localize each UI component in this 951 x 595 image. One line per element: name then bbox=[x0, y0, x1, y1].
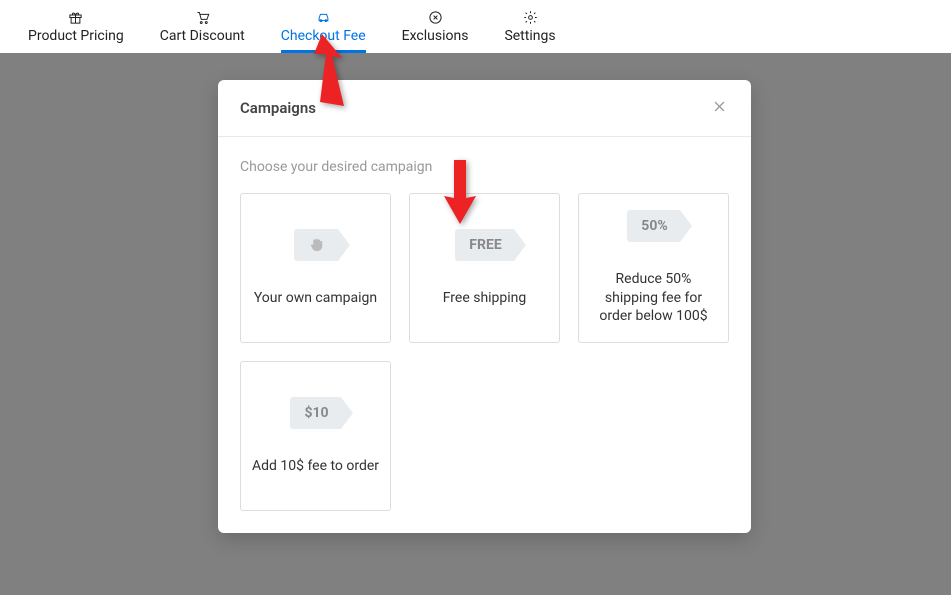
modal-subtitle: Choose your desired campaign bbox=[240, 159, 729, 175]
tab-product-pricing[interactable]: Product Pricing bbox=[10, 0, 142, 53]
tab-label: Cart Discount bbox=[160, 28, 245, 44]
tab-label: Product Pricing bbox=[28, 28, 124, 44]
modal-title: Campaigns bbox=[240, 99, 316, 117]
campaign-label: Add 10$ fee to order bbox=[252, 457, 379, 476]
campaign-label: Your own campaign bbox=[254, 289, 377, 308]
campaign-tag: FREE bbox=[455, 229, 513, 261]
gift-icon bbox=[68, 9, 84, 25]
tab-label: Checkout Fee bbox=[281, 28, 366, 44]
campaigns-modal: Campaigns Choose your desired campaign Y… bbox=[218, 80, 751, 533]
tab-label: Settings bbox=[504, 28, 555, 44]
campaign-tag: 50% bbox=[627, 210, 679, 242]
campaign-label: Reduce 50% shipping fee for order below … bbox=[589, 270, 718, 327]
car-icon bbox=[315, 9, 331, 25]
campaign-card-own[interactable]: Your own campaign bbox=[240, 193, 391, 343]
tab-settings[interactable]: Settings bbox=[486, 0, 573, 53]
campaign-grid: Your own campaign FREE Free shipping 50%… bbox=[240, 193, 729, 511]
modal-body: Choose your desired campaign Your own ca… bbox=[218, 137, 751, 533]
tab-cart-discount[interactable]: Cart Discount bbox=[142, 0, 263, 53]
close-icon bbox=[712, 99, 727, 118]
x-circle-icon bbox=[427, 9, 443, 25]
modal-header: Campaigns bbox=[218, 80, 751, 137]
campaign-card-add-fee[interactable]: $10 Add 10$ fee to order bbox=[240, 361, 391, 511]
campaign-card-reduce-shipping[interactable]: 50% Reduce 50% shipping fee for order be… bbox=[578, 193, 729, 343]
cart-icon bbox=[194, 9, 210, 25]
hand-icon bbox=[294, 229, 338, 261]
gear-icon bbox=[522, 9, 538, 25]
tab-exclusions[interactable]: Exclusions bbox=[384, 0, 487, 53]
tab-label: Exclusions bbox=[402, 28, 469, 44]
tab-checkout-fee[interactable]: Checkout Fee bbox=[263, 0, 384, 53]
campaign-tag: $10 bbox=[290, 397, 340, 429]
close-button[interactable] bbox=[709, 98, 729, 118]
top-tabs: Product Pricing Cart Discount Checkout F… bbox=[0, 0, 951, 53]
campaign-card-free-shipping[interactable]: FREE Free shipping bbox=[409, 193, 560, 343]
campaign-label: Free shipping bbox=[443, 289, 527, 308]
